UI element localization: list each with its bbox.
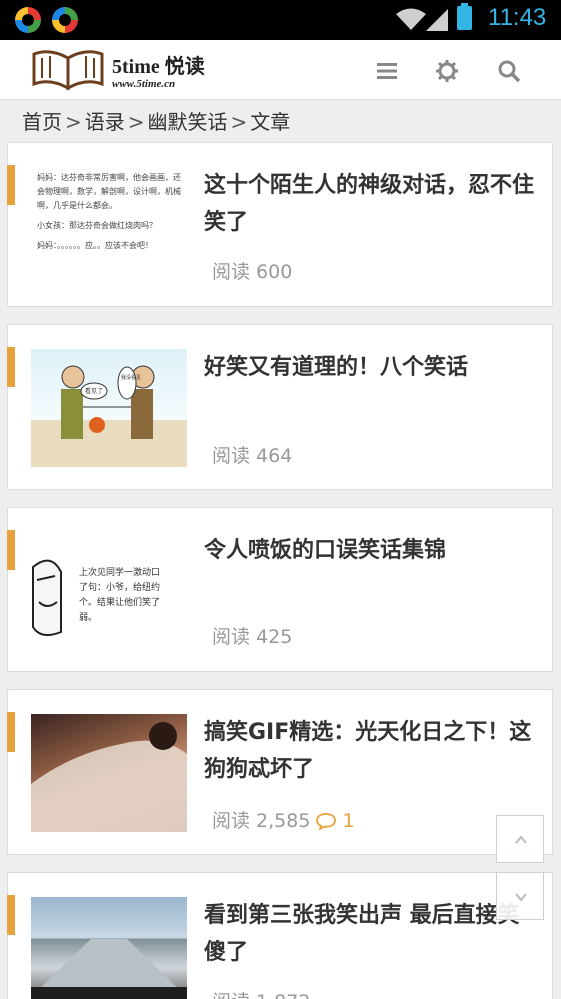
photo-illustration [31,939,187,999]
article-thumbnail[interactable]: 妈妈：达芬奇非常厉害啊，他会画画，还会物理啊，数学，解剖啊，设计啊，机械啊，几乎… [31,167,187,285]
article-read-count: 阅读 464 [212,445,293,467]
chevron-right-icon: > [65,110,82,134]
speech-bubble-text: 看见了 [85,387,103,395]
article-thumbnail[interactable]: 看见了 我没看见 [31,349,187,467]
battery-icon [457,3,472,30]
card-accent [7,712,15,752]
article-read-count: 阅读 2,585 [212,810,311,832]
comment-icon [316,813,337,831]
article-card[interactable]: 上次见同学一激动口 了句：小爷，给纽约 个。结果让他们笑了 弱。 令人喷饭的口误… [7,507,553,672]
breadcrumb-humor[interactable]: 幽默笑话 [148,110,228,134]
thumbnail-text: 个。结果让他们笑了 [79,598,161,608]
thumbnail-text: 妈妈：达芬奇非常厉害啊，他会画画，还会物理啊，数学，解剖啊，设计啊，机械啊，几乎… [37,173,181,210]
article-title[interactable]: 搞笑GIF精选：光天化日之下！这狗狗忒坏了 [204,714,540,788]
thumbnail-text: 妈妈：。。。。。。应。。应该不会吧！ [37,241,153,250]
logo-name: 5time 悦读 [112,56,205,78]
article-title[interactable]: 这十个陌生人的神级对话，忍不住笑了 [204,167,540,241]
scroll-up-button[interactable] [496,815,544,863]
article-thumbnail[interactable]: 上次见同学一激动口 了句：小爷，给纽约 个。结果让他们笑了 弱。 [31,532,187,650]
card-accent [7,347,15,387]
chevron-up-icon [515,835,527,844]
article-title[interactable]: 令人喷饭的口误笑话集锦 [204,532,540,569]
signal-icon [426,9,448,31]
article-thumbnail[interactable] [31,714,187,832]
article-read-count: 阅读 425 [212,626,293,648]
article-read-count: 阅读 1,872 [212,987,310,999]
article-thumbnail[interactable] [31,897,187,999]
search-icon[interactable] [496,58,522,84]
article-meta: 阅读 2,585 1 [212,806,355,833]
app-header: 5time 悦读 www.5time.cn [0,40,561,100]
gear-icon[interactable] [434,58,460,84]
site-logo[interactable]: 5time 悦读 www.5time.cn [30,44,230,98]
thumbnail-text: 了句：小爷，给纽约 [79,583,161,593]
chevron-right-icon: > [230,110,248,134]
cartoon-illustration: 看见了 我没看见 [61,365,155,439]
app-notification-icon [52,7,78,33]
article-read-count: 阅读 600 [212,261,293,283]
article-title[interactable]: 好笑又有道理的！八个笑话 [204,349,540,386]
photo-illustration [31,722,187,832]
clock: 11:43 [488,4,547,31]
menu-icon[interactable] [374,58,400,84]
comment-count-value: 1 [342,810,355,832]
card-accent [7,530,15,570]
app-notification-icon [15,7,41,33]
speech-bubble-text: 我没看见 [121,374,141,381]
breadcrumb-quotes[interactable]: 语录 [85,110,125,134]
chevron-down-icon [515,893,527,902]
card-accent [7,165,15,205]
thumbnail-text: 上次见同学一激动口 [79,568,161,578]
article-title[interactable]: 看到第三张我笑出声 最后直接笑傻了 [204,897,540,971]
breadcrumb-home[interactable]: 首页 [22,110,62,134]
thumbnail-text: 小女孩：那达芬奇会做红烧肉吗？ [37,221,157,230]
comment-count[interactable]: 1 [316,810,355,832]
breadcrumb: 首页 > 语录 > 幽默笑话 > 文章 [22,106,290,135]
chevron-right-icon: > [127,110,145,134]
status-bar: 11:43 [0,0,561,40]
card-accent [7,895,15,935]
wifi-icon [396,8,426,30]
article-card[interactable]: 搞笑GIF精选：光天化日之下！这狗狗忒坏了 阅读 2,585 1 [7,689,553,855]
book-logo-icon [32,50,104,91]
thumbnail-text: 弱。 [79,613,98,623]
article-card[interactable]: 看到第三张我笑出声 最后直接笑傻了 阅读 1,872 [7,872,553,999]
article-card[interactable]: 妈妈：达芬奇非常厉害啊，他会画画，还会物理啊，数学，解剖啊，设计啊，机械啊，几乎… [7,142,553,307]
breadcrumb-current: 文章 [250,110,291,134]
logo-url: www.5time.cn [112,78,176,90]
scroll-down-button[interactable] [496,872,544,920]
article-card[interactable]: 看见了 我没看见 好笑又有道理的！八个笑话 阅读 464 [7,324,553,490]
